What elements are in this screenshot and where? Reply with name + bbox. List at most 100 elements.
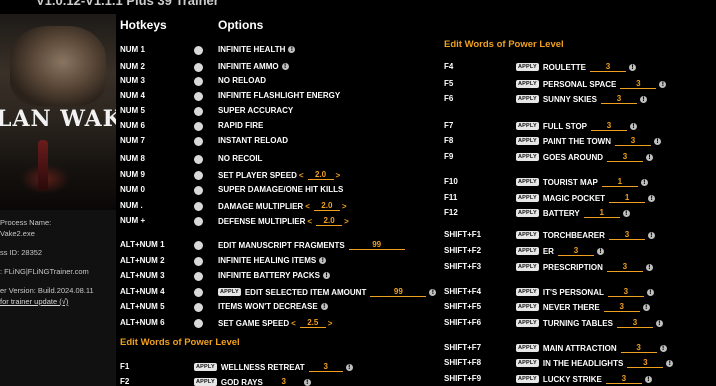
value-input[interactable]: 3 bbox=[615, 136, 651, 146]
apply-button[interactable]: APPLY bbox=[194, 363, 217, 371]
value-input[interactable]: 3 bbox=[627, 358, 664, 368]
value-input[interactable]: 3 bbox=[557, 246, 594, 256]
apply-button[interactable]: APPLY bbox=[516, 375, 539, 383]
apply-button[interactable]: APPLY bbox=[516, 137, 539, 145]
value-input[interactable]: 3 bbox=[607, 287, 644, 297]
option-toggle[interactable] bbox=[194, 154, 203, 164]
increase-arrow[interactable]: > bbox=[328, 319, 333, 328]
option-toggle[interactable] bbox=[194, 318, 203, 328]
decrease-arrow[interactable]: < bbox=[291, 319, 296, 328]
option-toggle[interactable] bbox=[194, 62, 203, 72]
option-instant-reload[interactable]: INSTANT RELOAD bbox=[218, 136, 288, 145]
option-toggle[interactable] bbox=[194, 106, 203, 116]
option-infinite-ammo[interactable]: INFINITE AMMO! bbox=[218, 62, 289, 71]
apply-button[interactable]: APPLY bbox=[516, 319, 539, 327]
value-input[interactable]: 3 bbox=[616, 318, 653, 328]
value-input[interactable]: 1 bbox=[609, 193, 646, 203]
option-toggle[interactable] bbox=[194, 170, 203, 180]
option-toggle[interactable] bbox=[194, 256, 203, 266]
increase-arrow[interactable]: > bbox=[342, 202, 347, 211]
decrease-arrow[interactable]: < bbox=[305, 202, 310, 211]
option-toggle[interactable] bbox=[194, 76, 203, 86]
option-er[interactable]: APPLY ER 3! bbox=[516, 246, 604, 256]
value-input[interactable]: 3 bbox=[620, 79, 657, 89]
option-torchbearer[interactable]: APPLY TORCHBEARER 3! bbox=[516, 230, 655, 240]
option-toggle[interactable] bbox=[194, 271, 203, 281]
option-full-stop[interactable]: APPLY FULL STOP 3! bbox=[516, 121, 637, 131]
apply-button[interactable]: APPLY bbox=[516, 122, 539, 130]
apply-button[interactable]: APPLY bbox=[516, 231, 539, 239]
increase-arrow[interactable]: > bbox=[344, 217, 349, 226]
increase-arrow[interactable]: > bbox=[336, 171, 341, 180]
value-input[interactable]: 3 bbox=[600, 94, 637, 104]
option-sunny-skies[interactable]: APPLY SUNNY SKIES 3! bbox=[516, 94, 647, 104]
option-toggle[interactable] bbox=[194, 302, 203, 312]
option-no-reload[interactable]: NO RELOAD bbox=[218, 76, 266, 85]
apply-button[interactable]: APPLY bbox=[516, 263, 539, 271]
apply-button[interactable]: APPLY bbox=[516, 194, 539, 202]
option-rapid-fire[interactable]: RAPID FIRE bbox=[218, 121, 263, 130]
update-check-link[interactable]: for trainer update (√) bbox=[0, 296, 116, 307]
apply-button[interactable]: APPLY bbox=[516, 95, 539, 103]
value-input[interactable]: 3 bbox=[620, 343, 657, 353]
option-in-the-headlights[interactable]: APPLY IN THE HEADLIGHTS 3! bbox=[516, 358, 674, 368]
value-field[interactable]: 2.0 bbox=[316, 216, 343, 226]
option-toggle[interactable] bbox=[194, 136, 203, 146]
option-super-accuracy[interactable]: SUPER ACCURACY bbox=[218, 106, 293, 115]
apply-button[interactable]: APPLY bbox=[516, 288, 539, 296]
option-edit-manuscript-fragments[interactable]: EDIT MANUSCRIPT FRAGMENTS 99 bbox=[218, 240, 405, 250]
value-input[interactable]: 3 bbox=[308, 362, 343, 372]
option-toggle[interactable] bbox=[194, 91, 203, 101]
value-input[interactable]: 99 bbox=[370, 287, 427, 297]
apply-button[interactable]: APPLY bbox=[516, 153, 539, 161]
option-toggle[interactable] bbox=[194, 185, 203, 195]
option-no-recoil[interactable]: NO RECOIL bbox=[218, 154, 262, 163]
value-input[interactable]: 1 bbox=[601, 177, 638, 187]
option-infinite-battery-packs[interactable]: INFINITE BATTERY PACKS! bbox=[218, 271, 330, 280]
value-input[interactable]: 3 bbox=[605, 374, 642, 384]
option-defense-multiplier[interactable]: DEFENSE MULTIPLIER <2.0 > bbox=[218, 216, 351, 226]
apply-button[interactable]: APPLY bbox=[218, 288, 241, 296]
value-input[interactable]: 3 bbox=[591, 121, 627, 131]
apply-button[interactable]: APPLY bbox=[516, 209, 539, 217]
option-infinite-healing-items[interactable]: INFINITE HEALING ITEMS! bbox=[218, 256, 327, 265]
value-input[interactable]: 1 bbox=[583, 208, 620, 218]
option-god-rays[interactable]: APPLY GOD RAYS 3! bbox=[194, 377, 311, 386]
option-turning-tables[interactable]: APPLY TURNING TABLES 3! bbox=[516, 318, 663, 328]
option-battery[interactable]: APPLY BATTERY 1! bbox=[516, 208, 630, 218]
value-input[interactable]: 3 bbox=[607, 152, 643, 162]
option-tourist-map[interactable]: APPLY TOURIST MAP 1! bbox=[516, 177, 648, 187]
option-never-there[interactable]: APPLY NEVER THERE 3! bbox=[516, 302, 650, 312]
option-toggle[interactable] bbox=[194, 201, 203, 211]
option-damage-multiplier[interactable]: DAMAGE MULTIPLIER <2.0 > bbox=[218, 201, 349, 211]
apply-button[interactable]: APPLY bbox=[516, 80, 539, 88]
option-toggle[interactable] bbox=[194, 45, 203, 55]
option-goes-around[interactable]: APPLY GOES AROUND 3! bbox=[516, 152, 653, 162]
option-main-attraction[interactable]: APPLY MAIN ATTRACTION 3! bbox=[516, 343, 667, 353]
option-roulette[interactable]: APPLY ROULETTE 3! bbox=[516, 62, 636, 72]
option-magic-pocket[interactable]: APPLY MAGIC POCKET 1! bbox=[516, 193, 656, 203]
value-input[interactable]: 99 bbox=[348, 240, 405, 250]
option-paint-the-town[interactable]: APPLY PAINT THE TOWN 3! bbox=[516, 136, 661, 146]
option-super-damage-one-hit-kills[interactable]: SUPER DAMAGE/ONE HIT KILLS bbox=[218, 185, 343, 194]
apply-button[interactable]: APPLY bbox=[516, 303, 539, 311]
apply-button[interactable]: APPLY bbox=[516, 344, 539, 352]
option-toggle[interactable] bbox=[194, 240, 203, 250]
value-field[interactable]: 2.0 bbox=[313, 201, 340, 211]
value-input[interactable]: 3 bbox=[608, 230, 645, 240]
option-edit-selected-item-amount[interactable]: APPLY EDIT SELECTED ITEM AMOUNT 99! bbox=[218, 287, 437, 297]
decrease-arrow[interactable]: < bbox=[307, 217, 312, 226]
option-personal-space[interactable]: APPLY PERSONAL SPACE 3! bbox=[516, 79, 667, 89]
value-input[interactable]: 3 bbox=[267, 377, 301, 386]
option-items-won-t-decrease[interactable]: ITEMS WON'T DECREASE! bbox=[218, 302, 328, 311]
value-input[interactable]: 3 bbox=[603, 302, 640, 312]
option-set-game-speed[interactable]: SET GAME SPEED <2.5 > bbox=[218, 318, 334, 328]
apply-button[interactable]: APPLY bbox=[516, 359, 539, 367]
apply-button[interactable]: APPLY bbox=[516, 178, 539, 186]
option-wellness-retreat[interactable]: APPLY WELLNESS RETREAT 3! bbox=[194, 362, 353, 372]
value-input[interactable]: 3 bbox=[606, 262, 643, 272]
option-lucky-strike[interactable]: APPLY LUCKY STRIKE 3! bbox=[516, 374, 652, 384]
apply-button[interactable]: APPLY bbox=[194, 378, 217, 386]
decrease-arrow[interactable]: < bbox=[299, 171, 304, 180]
value-input[interactable]: 3 bbox=[589, 62, 626, 72]
